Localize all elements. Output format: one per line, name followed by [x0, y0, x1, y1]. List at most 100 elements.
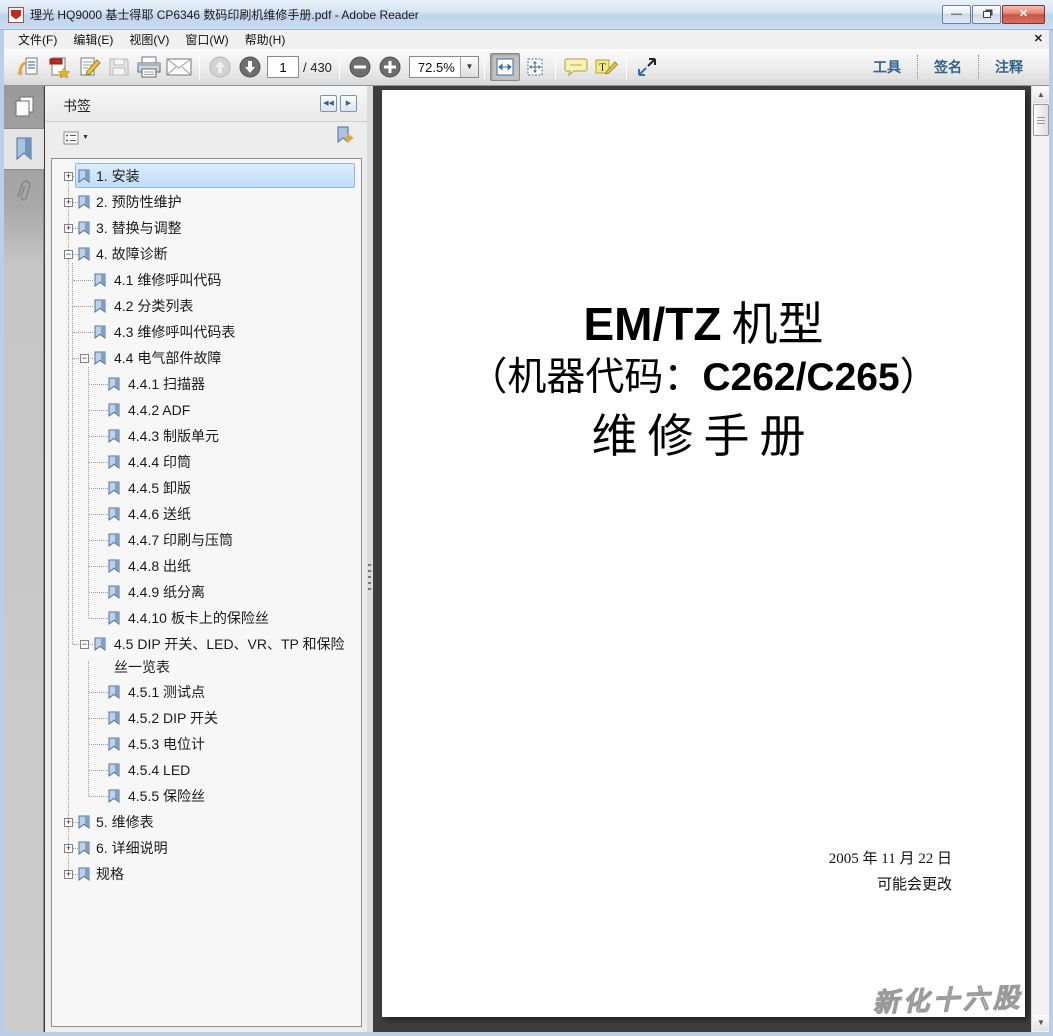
restore-button[interactable]	[972, 5, 1001, 24]
menu-item-2[interactable]: 视图(V)	[121, 29, 177, 50]
text-annotation-icon: T	[594, 57, 618, 77]
expand-node-icon[interactable]: +	[64, 198, 73, 207]
expand-node-icon[interactable]: +	[64, 224, 73, 233]
document-pane[interactable]: EM/TZ机型 （机器代码：C262/C265） 维修手册 2005 年 11 …	[373, 86, 1031, 1032]
minimize-button[interactable]: —	[942, 5, 971, 24]
fullscreen-icon	[636, 57, 658, 77]
bookmark-item[interactable]: +3. 替换与调整	[52, 215, 361, 241]
bookmark-item[interactable]: +规格	[52, 861, 361, 887]
scroll-up-icon[interactable]: ▲	[1033, 87, 1049, 103]
bookmark-item[interactable]: 4.5.4 LED	[52, 757, 361, 783]
page-count-label: / 430	[303, 60, 332, 75]
zoom-dropdown-icon[interactable]: ▼	[460, 57, 478, 77]
doc-title-machine-code: （机器代码：C262/C265）	[382, 346, 1025, 402]
bookmark-label: 4.4.4 印筒	[52, 449, 361, 474]
bookmark-item[interactable]: +2. 预防性维护	[52, 189, 361, 215]
bookmark-item[interactable]: 4.2 分类列表	[52, 293, 361, 319]
bookmark-item[interactable]: 4.4.6 送纸	[52, 501, 361, 527]
bookmark-item[interactable]: 4.4.1 扫描器	[52, 371, 361, 397]
bookmark-ribbon-icon	[78, 195, 90, 209]
bookmark-item[interactable]: 4.5.2 DIP 开关	[52, 705, 361, 731]
bookmark-label: 6. 详细说明	[52, 835, 361, 860]
bookmark-ribbon-icon	[108, 711, 120, 725]
fullscreen-button[interactable]	[632, 53, 662, 81]
bookmarks-icon	[15, 137, 33, 161]
bookmark-item[interactable]: 4.5.5 保险丝	[52, 783, 361, 809]
zoom-out-button[interactable]	[345, 53, 375, 81]
expand-node-icon[interactable]: +	[64, 844, 73, 853]
page-number-input[interactable]	[267, 56, 299, 78]
bookmark-item[interactable]: −4.5 DIP 开关、LED、VR、TP 和保险丝一览表	[52, 631, 361, 679]
bookmark-item[interactable]: +1. 安装	[52, 163, 361, 189]
collapse-node-icon[interactable]: −	[80, 640, 89, 649]
bookmark-item[interactable]: 4.3 维修呼叫代码表	[52, 319, 361, 345]
attachments-tab[interactable]	[4, 170, 44, 212]
text-annotation-button[interactable]: T	[591, 53, 621, 81]
fit-page-button[interactable]	[520, 53, 550, 81]
fit-width-button[interactable]	[490, 53, 520, 81]
fit-page-icon	[524, 57, 546, 77]
bookmarks-panel-title: 书签	[63, 96, 91, 116]
collapse-node-icon[interactable]: −	[80, 354, 89, 363]
save-button[interactable]	[104, 53, 134, 81]
bookmarks-tab[interactable]	[4, 128, 44, 170]
bookmark-item[interactable]: 4.4.8 出纸	[52, 553, 361, 579]
comment-bubble-button[interactable]	[561, 53, 591, 81]
bookmark-item[interactable]: 4.4.10 板卡上的保险丝	[52, 605, 361, 631]
bookmark-item[interactable]: 4.1 维修呼叫代码	[52, 267, 361, 293]
email-button[interactable]	[164, 53, 194, 81]
bookmark-item[interactable]: 4.5.1 测试点	[52, 679, 361, 705]
print-button[interactable]	[134, 53, 164, 81]
sign-button[interactable]: 签名	[918, 57, 978, 77]
expand-node-icon[interactable]: +	[64, 818, 73, 827]
tools-button[interactable]: 工具	[857, 57, 917, 77]
bookmark-item[interactable]: 4.4.9 纸分离	[52, 579, 361, 605]
close-button[interactable]: ✕	[1002, 5, 1045, 24]
bookmark-ribbon-icon	[108, 737, 120, 751]
collapse-node-icon[interactable]: −	[64, 250, 73, 259]
bookmark-item[interactable]: +5. 维修表	[52, 809, 361, 835]
bookmark-label: 5. 维修表	[52, 809, 361, 834]
bookmark-item[interactable]: −4.4 电气部件故障	[52, 345, 361, 371]
bookmark-item[interactable]: 4.4.3 制版单元	[52, 423, 361, 449]
bookmark-ribbon-icon	[78, 815, 90, 829]
create-pdf-button[interactable]	[44, 53, 74, 81]
email-icon	[166, 58, 192, 76]
zoom-in-button[interactable]	[375, 53, 405, 81]
pdf-page: EM/TZ机型 （机器代码：C262/C265） 维修手册 2005 年 11 …	[382, 90, 1025, 1017]
vertical-scrollbar[interactable]: ▲ ▼	[1031, 86, 1049, 1032]
next-page-button[interactable]	[235, 53, 265, 81]
toolbar-separator	[484, 54, 485, 80]
page-thumbnails-tab[interactable]	[4, 86, 44, 128]
close-document-icon[interactable]: ✕	[1034, 32, 1043, 45]
title-bar[interactable]: 理光 HQ9000 基士得耶 CP6346 数码印刷机维修手册.pdf - Ad…	[0, 0, 1053, 30]
comment-panel-button[interactable]: 注释	[979, 57, 1039, 77]
menu-item-4[interactable]: 帮助(H)	[237, 29, 294, 50]
bookmark-item[interactable]: −4. 故障诊断	[52, 241, 361, 267]
collapse-panel-button[interactable]: ◀◀	[320, 95, 337, 112]
menu-item-3[interactable]: 窗口(W)	[177, 29, 236, 50]
bookmark-item[interactable]: +6. 详细说明	[52, 835, 361, 861]
bookmark-item[interactable]: 4.4.2 ADF	[52, 397, 361, 423]
menu-item-0[interactable]: 文件(F)	[10, 29, 65, 50]
menu-item-1[interactable]: 编辑(E)	[65, 29, 121, 50]
expand-panel-button[interactable]: ▶	[340, 95, 357, 112]
expand-node-icon[interactable]: +	[64, 870, 73, 879]
bookmark-label: 2. 预防性维护	[52, 189, 361, 214]
bookmark-item[interactable]: 4.4.7 印刷与压筒	[52, 527, 361, 553]
scrollbar-thumb[interactable]	[1033, 104, 1049, 136]
expand-current-bookmark-button[interactable]	[335, 126, 355, 146]
previous-page-button[interactable]	[205, 53, 235, 81]
bookmark-ribbon-icon	[108, 585, 120, 599]
doc-code-suffix: ）	[900, 356, 939, 399]
expand-node-icon[interactable]: +	[64, 172, 73, 181]
bookmark-label: 4.5.2 DIP 开关	[52, 705, 361, 730]
scroll-down-icon[interactable]: ▼	[1033, 1015, 1049, 1031]
open-file-button[interactable]	[14, 53, 44, 81]
compose-button[interactable]	[74, 53, 104, 81]
bookmark-item[interactable]: 4.4.4 印筒	[52, 449, 361, 475]
bookmark-item[interactable]: 4.4.5 卸版	[52, 475, 361, 501]
bookmark-options-button[interactable]: ▼	[61, 128, 91, 147]
zoom-level-control[interactable]: 72.5% ▼	[409, 56, 479, 78]
bookmark-item[interactable]: 4.5.3 电位计	[52, 731, 361, 757]
